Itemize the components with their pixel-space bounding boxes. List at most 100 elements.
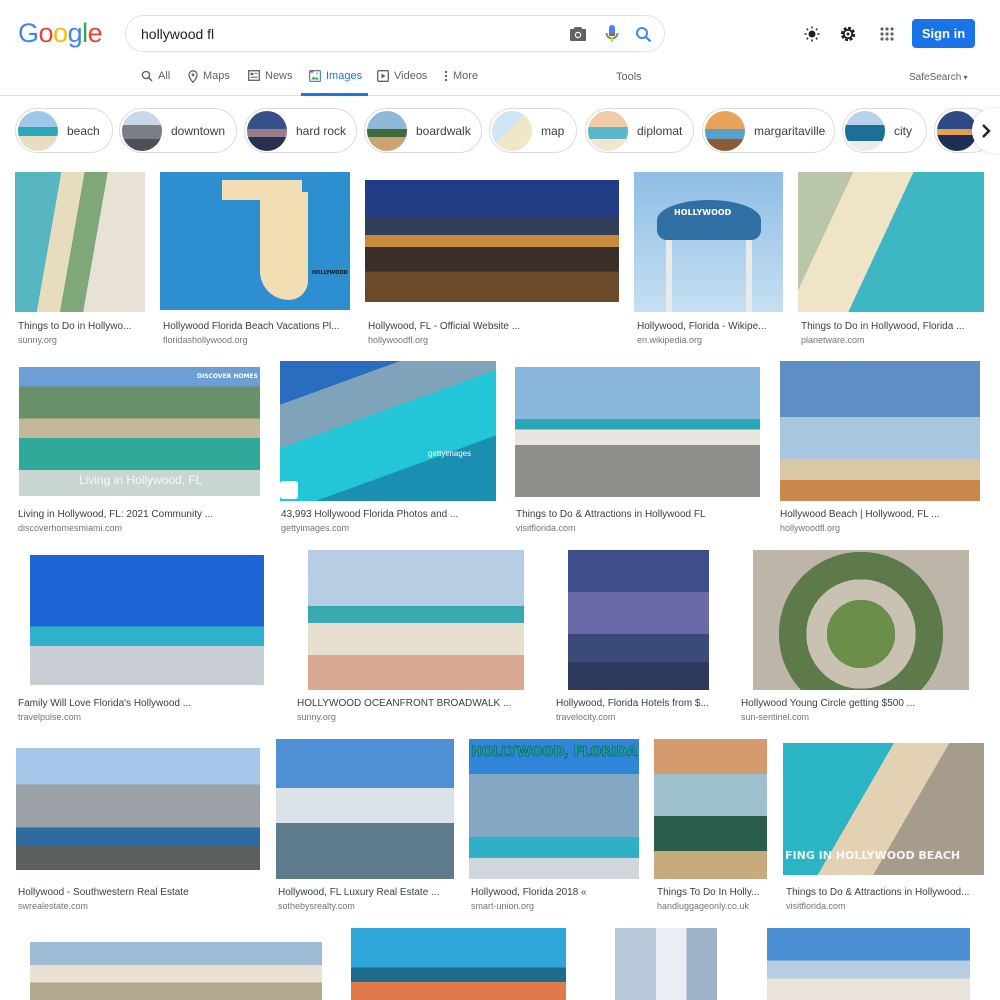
result-image — [515, 367, 760, 497]
tab-images[interactable]: Images — [301, 70, 368, 96]
camera-icon[interactable] — [568, 24, 588, 44]
tab-label: Videos — [394, 70, 428, 82]
tab-news[interactable]: News — [248, 70, 293, 96]
chip-thumbnail — [937, 110, 977, 151]
google-logo[interactable]: Google — [18, 18, 103, 49]
result-source: swrealestate.com — [18, 901, 89, 911]
result-source: hollywoodfl.org — [368, 335, 429, 345]
tab-label: Maps — [203, 70, 230, 82]
image-result[interactable]: Things To Do In Holly... handluggageonly… — [654, 739, 769, 914]
video-icon — [377, 70, 389, 82]
water-tower-text: HOLLYWOOD — [674, 208, 732, 217]
chip-thumbnail — [122, 110, 162, 151]
image-result[interactable]: HOLLYWOOD, FLORIDA Hollywood, Florida 20… — [468, 739, 640, 914]
result-title: Family Will Love Florida's Hollywood ... — [18, 698, 192, 709]
chip-label: city — [894, 123, 912, 138]
caret-down-icon: ▾ — [961, 73, 968, 82]
image-result[interactable]: Hollywood Young Circle getting $500 ... … — [738, 550, 985, 725]
chip-downtown[interactable]: downtown — [119, 108, 237, 153]
chip-label: map — [541, 123, 565, 138]
tools-button[interactable]: Tools — [616, 71, 642, 83]
watermark-text: gettyimages — [428, 449, 472, 458]
result-title: Things to Do in Hollywood, Florida ... — [801, 321, 965, 332]
tab-more[interactable]: More — [444, 70, 478, 96]
result-title: Hollywood, FL Luxury Real Estate ... — [278, 887, 440, 898]
result-source: sun-sentinel.com — [741, 712, 810, 722]
result-title: Hollywood Florida Beach Vacations Pl... — [163, 321, 340, 332]
result-title: Hollywood Beach | Hollywood, FL ... — [780, 509, 940, 520]
image-result[interactable] — [752, 928, 985, 1000]
safesearch-dropdown[interactable]: SafeSearch ▾ — [909, 72, 968, 83]
tab-all[interactable]: All — [141, 70, 170, 96]
image-result[interactable]: Hollywood, FL Luxury Real Estate ... sot… — [275, 739, 455, 914]
search-tabs: All Maps News Images Videos More Tools S… — [0, 66, 1000, 96]
result-image — [308, 550, 524, 690]
image-result[interactable]: gettyimages 43,993 Hollywood Florida Pho… — [278, 361, 498, 536]
chip-margaritaville[interactable]: margaritaville — [702, 108, 835, 153]
result-image — [798, 172, 984, 312]
apps-grid-icon[interactable] — [876, 23, 898, 45]
result-title: Hollywood, Florida Hotels from $... — [556, 698, 709, 709]
image-result[interactable]: Things to Do in Hollywo... sunny.org — [15, 172, 146, 347]
image-result[interactable]: HOLLYWOOD Hollywood Florida Beach Vacati… — [160, 172, 351, 347]
sign-in-button[interactable]: Sign in — [912, 19, 975, 48]
result-source: discoverhomesmiami.com — [18, 523, 123, 533]
chip-thumbnail — [18, 110, 58, 151]
result-title: Living in Hollywood, FL: 2021 Community … — [18, 509, 214, 520]
image-result[interactable]: Family Will Love Florida's Hollywood ...… — [15, 550, 279, 725]
search-icon — [141, 70, 153, 82]
chip-city[interactable]: city — [842, 108, 927, 153]
tab-maps[interactable]: Maps — [188, 70, 230, 96]
chip-thumbnail — [247, 110, 287, 151]
chip-thumbnail — [492, 110, 532, 151]
result-title: Things to Do in Hollywo... — [18, 321, 132, 332]
image-result[interactable]: HOLLYWOOD OCEANFRONT BROADWALK ... sunny… — [294, 550, 538, 725]
image-result[interactable]: Hollywood - Southwestern Real Estate swr… — [15, 739, 261, 914]
microphone-icon[interactable] — [602, 24, 622, 44]
chip-diplomat[interactable]: diplomat — [585, 108, 694, 153]
brightness-icon[interactable] — [801, 23, 823, 45]
tab-label: More — [453, 70, 479, 82]
image-result[interactable]: FING IN HOLLYWOOD BEACH Things to Do & A… — [783, 739, 985, 914]
result-title: Hollywood - Southwestern Real Estate — [18, 887, 189, 898]
result-source: visitflorida.com — [786, 901, 846, 911]
result-title: Hollywood, Florida 2018 « — [471, 887, 587, 898]
image-result[interactable] — [15, 928, 322, 1000]
settings-gear-icon[interactable] — [837, 23, 859, 45]
image-icon — [309, 70, 321, 82]
image-result[interactable]: DISCOVER HOMES Living in Hollywood, FL L… — [15, 361, 265, 536]
result-source: travelpulse.com — [18, 712, 82, 722]
result-title: Things to Do & Attractions in Hollywood.… — [786, 887, 970, 898]
result-source: en.wikipedia.org — [637, 335, 703, 345]
chip-hard-rock[interactable]: hard rock — [244, 108, 357, 153]
tab-label: All — [158, 70, 171, 82]
image-result[interactable]: HOLLYWOOD Hollywood, Florida - Wikipe...… — [634, 172, 784, 347]
image-result[interactable]: Hollywood, FL - Official Website ... hol… — [365, 172, 620, 347]
chip-label: downtown — [171, 123, 226, 138]
result-source: sothebysrealty.com — [278, 901, 355, 911]
chip-boardwalk[interactable]: boardwalk — [364, 108, 482, 153]
chip-label: margaritaville — [754, 123, 826, 138]
result-image: HOLLYWOOD — [634, 172, 783, 312]
image-result[interactable] — [595, 928, 738, 1000]
search-icon[interactable] — [633, 24, 653, 44]
chip-map[interactable]: map — [489, 108, 577, 153]
result-image: DISCOVER HOMES Living in Hollywood, FL — [19, 367, 260, 496]
image-result[interactable]: Things to Do in Hollywood, Florida ... p… — [798, 172, 985, 347]
search-input[interactable] — [141, 23, 541, 45]
result-image — [654, 739, 767, 879]
image-result[interactable]: Hollywood Beach | Hollywood, FL ... holl… — [777, 361, 982, 536]
overlay-caption: Living in Hollywood, FL — [79, 473, 203, 487]
result-source: floridashollywood.org — [163, 335, 248, 345]
result-source: planetware.com — [801, 335, 865, 345]
chip-beach[interactable]: beach — [15, 108, 113, 153]
overlay-title: HOLLYWOOD, FLORIDA — [471, 745, 638, 761]
image-result[interactable]: Things to Do & Attractions in Hollywood … — [513, 361, 763, 536]
image-result[interactable]: Hollywood, Florida Hotels from $... trav… — [553, 550, 723, 725]
image-result[interactable] — [336, 928, 582, 1000]
result-source: handluggageonly.co.uk — [657, 901, 749, 911]
map-pin-icon — [188, 70, 198, 83]
related-search-chips: beach downtown hard rock boardwalk map d… — [0, 107, 1000, 155]
tab-videos[interactable]: Videos — [377, 70, 427, 96]
result-image: FING IN HOLLYWOOD BEACH — [783, 743, 984, 875]
